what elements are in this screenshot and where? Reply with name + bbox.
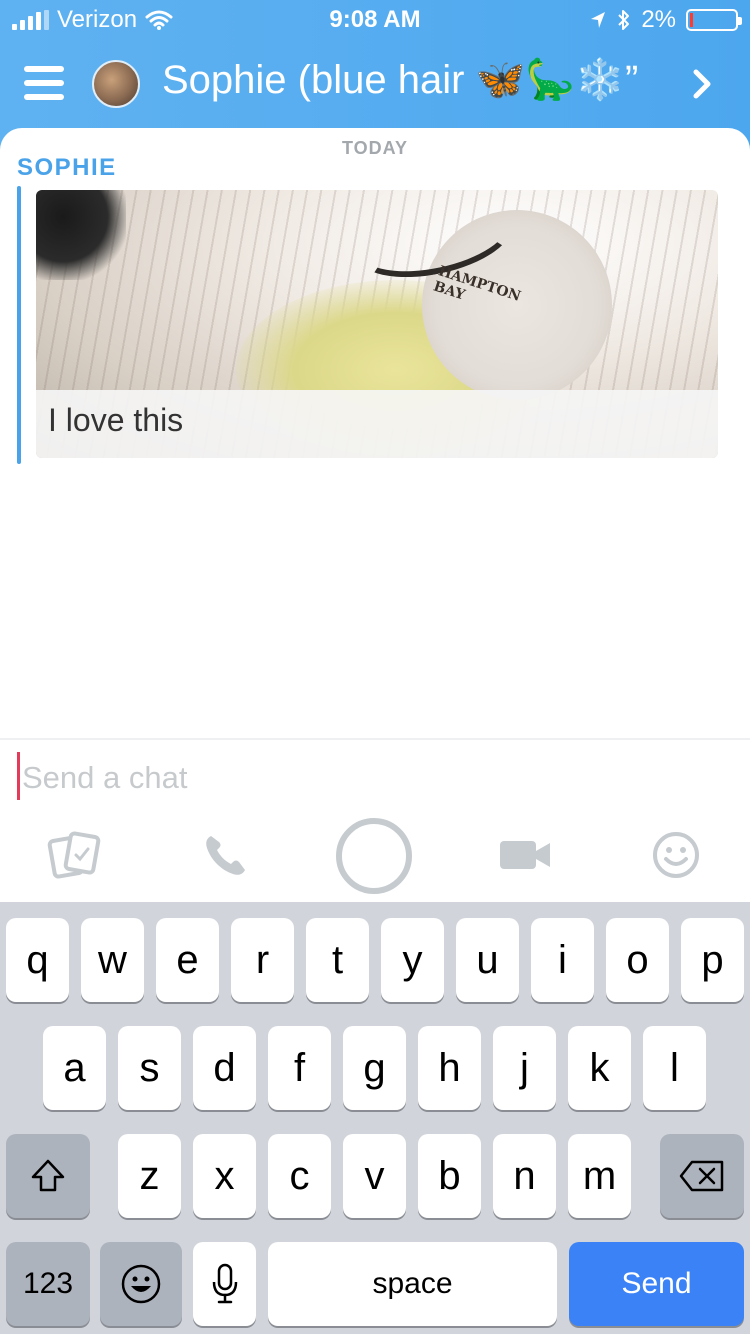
key-r[interactable]: r — [231, 918, 294, 1002]
shift-key[interactable] — [6, 1134, 90, 1218]
media-message[interactable]: HAMPTON BAY I love this — [36, 190, 718, 458]
key-m[interactable]: m — [568, 1134, 631, 1218]
key-n[interactable]: n — [493, 1134, 556, 1218]
chevron-right-icon[interactable] — [682, 64, 722, 104]
space-key[interactable]: space — [268, 1242, 557, 1326]
battery-percent: 2% — [641, 6, 676, 33]
keyboard: q w e r t y u i o p a s d f g h j k l z … — [0, 902, 750, 1334]
text-cursor — [17, 752, 20, 800]
battery-icon — [686, 9, 742, 31]
emoji-key[interactable] — [100, 1242, 182, 1326]
key-c[interactable]: c — [268, 1134, 331, 1218]
call-button[interactable] — [196, 812, 256, 898]
key-p[interactable]: p — [681, 918, 744, 1002]
key-b[interactable]: b — [418, 1134, 481, 1218]
microphone-icon — [212, 1263, 237, 1304]
chat-topbar: Sophie (blue hair 🦋🦕❄️” — [0, 50, 750, 120]
memories-icon — [47, 831, 101, 879]
status-bar: Verizon 9:08 AM 2% — [0, 0, 750, 40]
media-shadow — [36, 190, 126, 280]
emoji-button[interactable] — [648, 812, 704, 898]
key-a[interactable]: a — [43, 1026, 106, 1110]
numbers-key[interactable]: 123 — [6, 1242, 90, 1326]
message-caption: I love this — [48, 402, 184, 438]
key-s[interactable]: s — [118, 1026, 181, 1110]
backspace-icon — [679, 1160, 724, 1192]
key-j[interactable]: j — [493, 1026, 556, 1110]
key-d[interactable]: d — [193, 1026, 256, 1110]
chat-title[interactable]: Sophie (blue hair 🦋🦕❄️” — [162, 56, 682, 103]
key-y[interactable]: y — [381, 918, 444, 1002]
hamburger-icon[interactable] — [24, 66, 64, 100]
emoji-keyboard-icon — [121, 1264, 161, 1304]
key-u[interactable]: u — [456, 918, 519, 1002]
video-call-button[interactable] — [496, 812, 556, 898]
capture-icon[interactable] — [336, 818, 412, 894]
key-g[interactable]: g — [343, 1026, 406, 1110]
shift-icon — [31, 1159, 65, 1192]
key-w[interactable]: w — [81, 918, 144, 1002]
key-v[interactable]: v — [343, 1134, 406, 1218]
message-accent-bar — [17, 186, 21, 464]
bluetooth-icon — [618, 10, 630, 30]
sender-name: SOPHIE — [17, 154, 117, 181]
key-f[interactable]: f — [268, 1026, 331, 1110]
video-icon — [500, 841, 550, 869]
tool-row — [0, 812, 750, 902]
key-o[interactable]: o — [606, 918, 669, 1002]
battery-level — [690, 13, 693, 27]
mic-key[interactable] — [193, 1242, 256, 1326]
status-right: 2% — [589, 6, 742, 34]
emoji-icon — [653, 832, 699, 878]
key-k[interactable]: k — [568, 1026, 631, 1110]
chat-input[interactable] — [22, 756, 712, 800]
key-t[interactable]: t — [306, 918, 369, 1002]
caption-overlay: I love this — [36, 390, 718, 458]
key-l[interactable]: l — [643, 1026, 706, 1110]
key-e[interactable]: e — [156, 918, 219, 1002]
location-icon — [591, 12, 606, 28]
key-q[interactable]: q — [6, 918, 69, 1002]
key-x[interactable]: x — [193, 1134, 256, 1218]
key-h[interactable]: h — [418, 1026, 481, 1110]
key-i[interactable]: i — [531, 918, 594, 1002]
key-z[interactable]: z — [118, 1134, 181, 1218]
avatar[interactable] — [92, 60, 140, 108]
phone-icon — [206, 836, 245, 875]
delete-key[interactable] — [660, 1134, 744, 1218]
composer-divider — [0, 738, 750, 740]
memories-button[interactable] — [44, 812, 104, 898]
send-key[interactable]: Send — [569, 1242, 744, 1326]
